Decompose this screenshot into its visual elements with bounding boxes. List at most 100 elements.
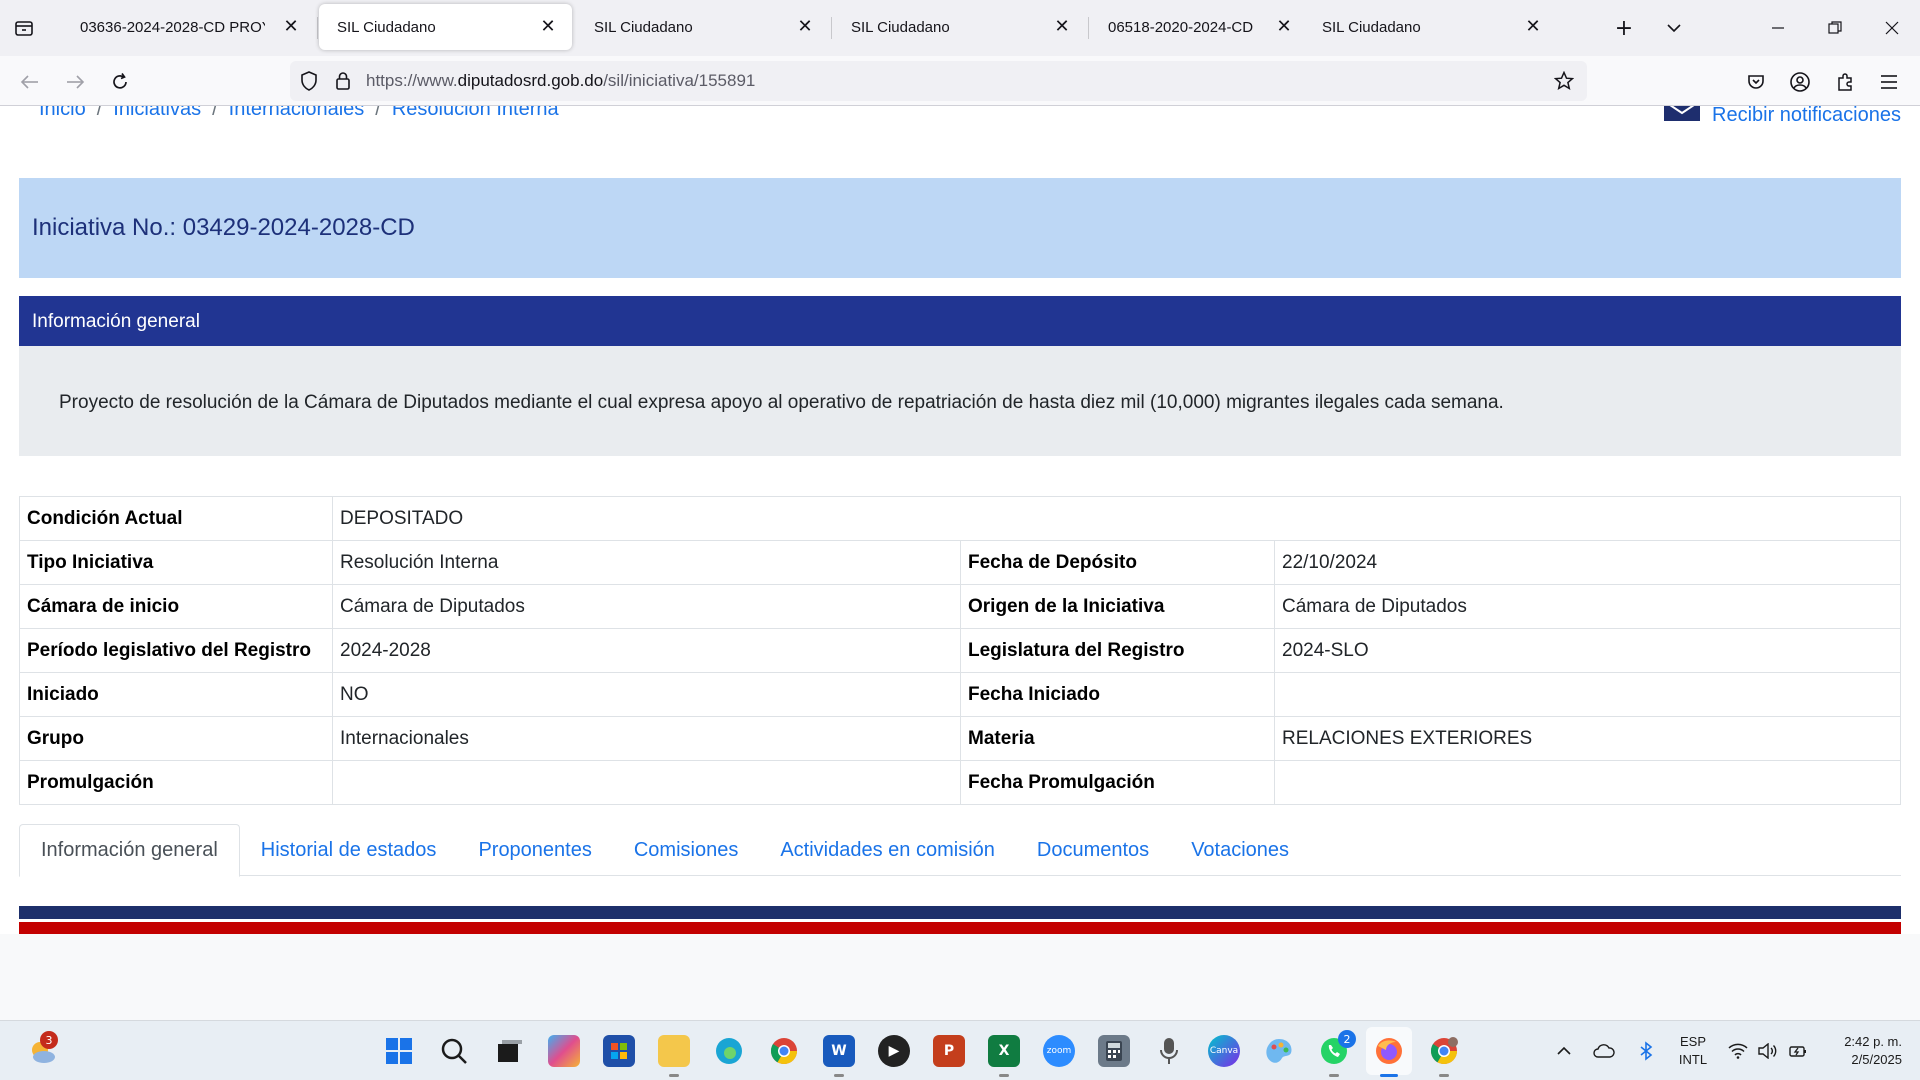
back-arrow-icon[interactable] [14, 66, 46, 98]
details-table: Condición Actual DEPOSITADO Tipo Iniciat… [19, 496, 1901, 805]
close-icon[interactable]: ✕ [1052, 16, 1072, 37]
tab-documentos[interactable]: Documentos [1016, 824, 1170, 876]
restore-icon[interactable] [1815, 10, 1855, 46]
detail-value: DEPOSITADO [332, 496, 1901, 541]
detail-value: Resolución Interna [332, 540, 961, 585]
window-close-icon[interactable] [1872, 10, 1912, 46]
lock-icon[interactable] [332, 70, 354, 92]
detail-label: Materia [960, 716, 1275, 761]
detail-value [1274, 760, 1901, 805]
running-indicator [669, 1074, 679, 1077]
running-indicator [1329, 1074, 1339, 1077]
search-icon[interactable] [438, 1035, 470, 1067]
breadcrumb-resolucion-interna[interactable]: Resolución Interna [392, 106, 559, 121]
volume-icon[interactable] [1757, 1041, 1779, 1061]
wifi-icon[interactable] [1727, 1041, 1749, 1061]
footer-stripe-blue [19, 906, 1901, 919]
close-icon[interactable]: ✕ [795, 16, 815, 37]
detail-label: Iniciado [19, 672, 333, 717]
file-explorer-icon[interactable] [658, 1035, 690, 1067]
tab-historial-de-estados[interactable]: Historial de estados [240, 824, 458, 876]
detail-label: Grupo [19, 716, 333, 761]
reload-icon[interactable] [104, 66, 136, 98]
detail-value: RELACIONES EXTERIORES [1274, 716, 1901, 761]
zoom-icon[interactable]: zoom [1043, 1035, 1075, 1067]
notifications-label[interactable]: Recibir notificaciones [1712, 106, 1901, 127]
general-info-body: Proyecto de resolución de la Cámara de D… [19, 346, 1901, 456]
breadcrumb-internacionales[interactable]: Internacionales [229, 106, 365, 121]
clock[interactable]: 2:42 p. m. 2/5/2025 [1822, 1033, 1902, 1069]
paint-icon[interactable] [1263, 1035, 1295, 1067]
detail-label: Período legislativo del Registro [19, 628, 333, 673]
bookmark-star-icon[interactable] [1553, 70, 1575, 92]
pocket-icon[interactable] [1742, 68, 1770, 96]
battery-icon[interactable] [1787, 1041, 1809, 1061]
notifications-link[interactable]: Recibir notificaciones [1664, 106, 1901, 126]
envelope-icon [1664, 106, 1701, 121]
minimize-icon[interactable] [1758, 10, 1798, 46]
detail-label: Condición Actual [19, 496, 333, 541]
clock-date: 2/5/2025 [1851, 1052, 1902, 1067]
tab-list-icon[interactable] [10, 14, 38, 42]
browser-tab[interactable]: 03636-2024-2028-CD PROYECTO ✕ [62, 4, 318, 50]
tab-votaciones[interactable]: Votaciones [1170, 824, 1310, 876]
tab-proponentes[interactable]: Proponentes [457, 824, 612, 876]
task-view-icon[interactable] [493, 1035, 525, 1067]
canva-icon[interactable]: Canva [1208, 1035, 1240, 1067]
media-player-icon[interactable]: ▶ [878, 1035, 910, 1067]
store-icon[interactable] [603, 1035, 635, 1067]
initiative-description: Proyecto de resolución de la Cámara de D… [59, 392, 1504, 413]
whatsapp-badge: 2 [1338, 1030, 1356, 1048]
excel-icon[interactable]: X [988, 1035, 1020, 1067]
bluetooth-icon[interactable] [1635, 1041, 1657, 1061]
url-bar[interactable]: https://www.diputadosrd.gob.do/sil/inici… [290, 61, 1587, 101]
browser-tab[interactable]: 06518-2020-2024-CD P DEPORTE ✕ [1090, 4, 1300, 50]
detail-value: 2024-2028 [332, 628, 961, 673]
powerpoint-icon[interactable]: P [933, 1035, 965, 1067]
chrome-profile-icon[interactable] [1428, 1035, 1460, 1067]
weather-badge: 3 [40, 1031, 58, 1049]
breadcrumb-inicio[interactable]: Inicio [39, 106, 86, 121]
tab-separator [317, 17, 318, 39]
tab-title: 06518-2020-2024-CD P DEPORTE [1108, 18, 1253, 36]
browser-tab[interactable]: SIL Ciudadano ✕ [576, 4, 832, 50]
close-icon[interactable]: ✕ [1523, 16, 1543, 37]
voice-recorder-icon[interactable] [1153, 1035, 1185, 1067]
menu-icon[interactable] [1875, 68, 1903, 96]
breadcrumb-iniciativas[interactable]: Iniciativas [113, 106, 201, 121]
tab-comisiones[interactable]: Comisiones [613, 824, 759, 876]
shield-icon[interactable] [298, 70, 320, 92]
detail-value: NO [332, 672, 961, 717]
tab-actividades-en-comision[interactable]: Actividades en comisión [759, 824, 1016, 876]
copilot-icon[interactable] [548, 1035, 580, 1067]
onedrive-icon[interactable] [1593, 1041, 1615, 1061]
tab-informacion-general[interactable]: Información general [19, 824, 240, 877]
account-icon[interactable] [1786, 68, 1814, 96]
language-indicator[interactable]: ESP INTL [1676, 1033, 1710, 1069]
new-tab-icon[interactable]: + [1610, 14, 1638, 42]
close-icon[interactable]: ✕ [281, 16, 301, 37]
detail-label: Origen de la Iniciativa [960, 584, 1275, 629]
windows-start-icon[interactable] [383, 1035, 415, 1067]
calculator-icon[interactable] [1098, 1035, 1130, 1067]
tab-strip: 03636-2024-2028-CD PROYECTO ✕ SIL Ciudad… [0, 0, 1920, 56]
forward-arrow-icon[interactable] [59, 66, 91, 98]
chrome-icon[interactable] [768, 1035, 800, 1067]
breadcrumb-separator: / [212, 106, 218, 120]
browser-tab[interactable]: SIL Ciudadano ✕ [1304, 4, 1557, 50]
extensions-icon[interactable] [1831, 68, 1859, 96]
page-content: Inicio / Iniciativas / Internacionales /… [0, 106, 1920, 1020]
browser-tab[interactable]: SIL Ciudadano ✕ [833, 4, 1089, 50]
close-icon[interactable]: ✕ [1274, 16, 1294, 37]
chevron-up-icon[interactable] [1553, 1041, 1575, 1061]
browser-tab-active[interactable]: SIL Ciudadano ✕ [319, 4, 572, 50]
word-icon[interactable]: W [823, 1035, 855, 1067]
url-text[interactable]: https://www.diputadosrd.gob.do/sil/inici… [366, 71, 755, 91]
edge-icon[interactable] [713, 1035, 745, 1067]
firefox-icon[interactable] [1373, 1035, 1405, 1067]
close-icon[interactable]: ✕ [538, 16, 558, 37]
breadcrumb: Inicio / Iniciativas / Internacionales /… [39, 106, 559, 121]
taskbar: 3 W ▶ P X zoom Canva 2 ESP INTL 2:42 p. … [0, 1020, 1920, 1080]
chevron-down-icon[interactable] [1660, 14, 1688, 42]
detail-label: Fecha Iniciado [960, 672, 1275, 717]
